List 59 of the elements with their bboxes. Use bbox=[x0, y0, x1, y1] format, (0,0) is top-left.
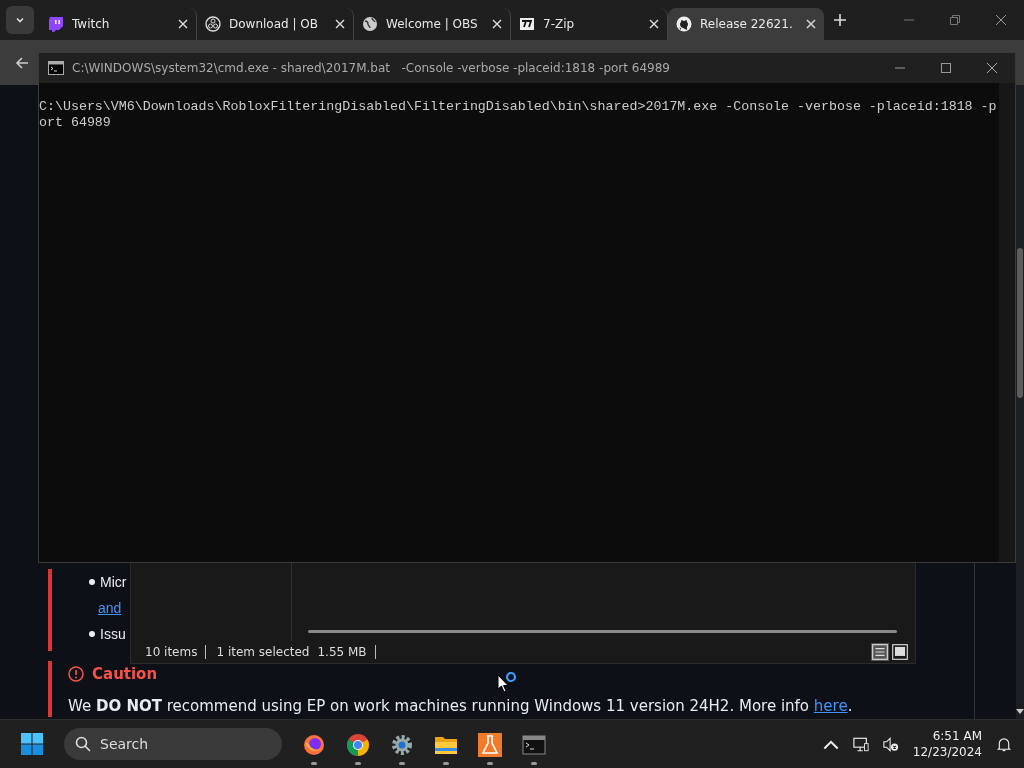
flask-icon[interactable] bbox=[478, 733, 502, 757]
windows-start-icon[interactable] bbox=[20, 732, 44, 756]
close-icon[interactable] bbox=[996, 15, 1006, 25]
restore-icon[interactable] bbox=[950, 15, 960, 25]
settings-icon[interactable] bbox=[390, 733, 414, 757]
list-text: Micr bbox=[100, 574, 127, 590]
close-icon[interactable] bbox=[987, 63, 997, 73]
running-indicator bbox=[355, 762, 361, 765]
maximize-icon[interactable] bbox=[941, 63, 951, 73]
caution-text: We DO NOT recommend using EP on work machines running Windows 11 version 24H2. More info here. bbox=[68, 697, 854, 715]
browser-tab[interactable]: Release 22621. bbox=[668, 8, 824, 40]
page-scrollbar[interactable] bbox=[1016, 85, 1024, 719]
tab-label: Release 22621. bbox=[700, 17, 794, 31]
details-view-icon[interactable] bbox=[871, 643, 889, 661]
network-monitor-icon[interactable] bbox=[852, 736, 869, 752]
globe-icon bbox=[362, 16, 378, 32]
running-indicator bbox=[311, 762, 317, 765]
search-field[interactable]: Search bbox=[64, 728, 282, 760]
list-text: Issu bbox=[100, 626, 126, 642]
terminal-icon[interactable] bbox=[522, 733, 546, 757]
console-line: ort 64989 bbox=[39, 115, 112, 131]
seven-zip-icon bbox=[519, 16, 535, 32]
obs-icon bbox=[205, 16, 221, 32]
console-scrollbar[interactable] bbox=[999, 83, 1015, 562]
tab-label: Download | OB bbox=[229, 17, 319, 31]
status-text: 10 items bbox=[145, 645, 207, 659]
tab-list-button[interactable] bbox=[6, 6, 34, 34]
running-indicator bbox=[531, 762, 537, 765]
horizontal-scrollbar[interactable] bbox=[308, 630, 897, 633]
console-line: C:\Users\VM6\Downloads\RobloxFilteringDisabled\FilteringDisabled\bin\shared>2017M.exe -Console -verbose -placeid:1818 -p bbox=[39, 99, 998, 115]
notification-bell-icon[interactable] bbox=[996, 736, 1012, 752]
bullet-icon bbox=[89, 631, 95, 637]
here-link[interactable]: here bbox=[813, 697, 848, 715]
twitch-icon bbox=[48, 16, 64, 32]
new-tab-icon[interactable] bbox=[834, 14, 846, 26]
tab-label: 7-Zip bbox=[543, 17, 576, 31]
clock-time[interactable]: 6:51 AM bbox=[932, 728, 982, 744]
scroll-down-icon[interactable] bbox=[1016, 709, 1024, 715]
running-indicator bbox=[487, 762, 493, 765]
bullet-icon bbox=[89, 579, 95, 585]
window-title: C:\WINDOWS\system32\cmd.exe - shared\2017M.bat -Console -verbose -placeid:1818 -port 64989 bbox=[72, 61, 670, 75]
list-link[interactable]: and bbox=[98, 600, 122, 616]
search-icon bbox=[75, 736, 91, 752]
preview-view-icon[interactable] bbox=[891, 643, 909, 661]
chrome-icon[interactable] bbox=[346, 733, 370, 757]
alert-icon bbox=[68, 666, 84, 682]
clock-date[interactable]: 12/23/2024 bbox=[912, 744, 982, 760]
running-indicator bbox=[399, 762, 405, 765]
tab-label: Welcome | OBS bbox=[386, 17, 479, 31]
firefox-icon[interactable] bbox=[302, 733, 326, 757]
running-indicator bbox=[443, 762, 449, 765]
terminal-icon bbox=[48, 61, 64, 75]
status-text: 1.55 MB bbox=[317, 645, 376, 659]
status-text: 1 item selected bbox=[216, 645, 311, 659]
tab-label: Twitch bbox=[72, 17, 111, 31]
github-icon bbox=[676, 16, 692, 32]
volume-muted-icon[interactable] bbox=[882, 736, 899, 752]
back-arrow-icon[interactable] bbox=[15, 55, 29, 70]
caution-title: Caution bbox=[92, 665, 158, 683]
